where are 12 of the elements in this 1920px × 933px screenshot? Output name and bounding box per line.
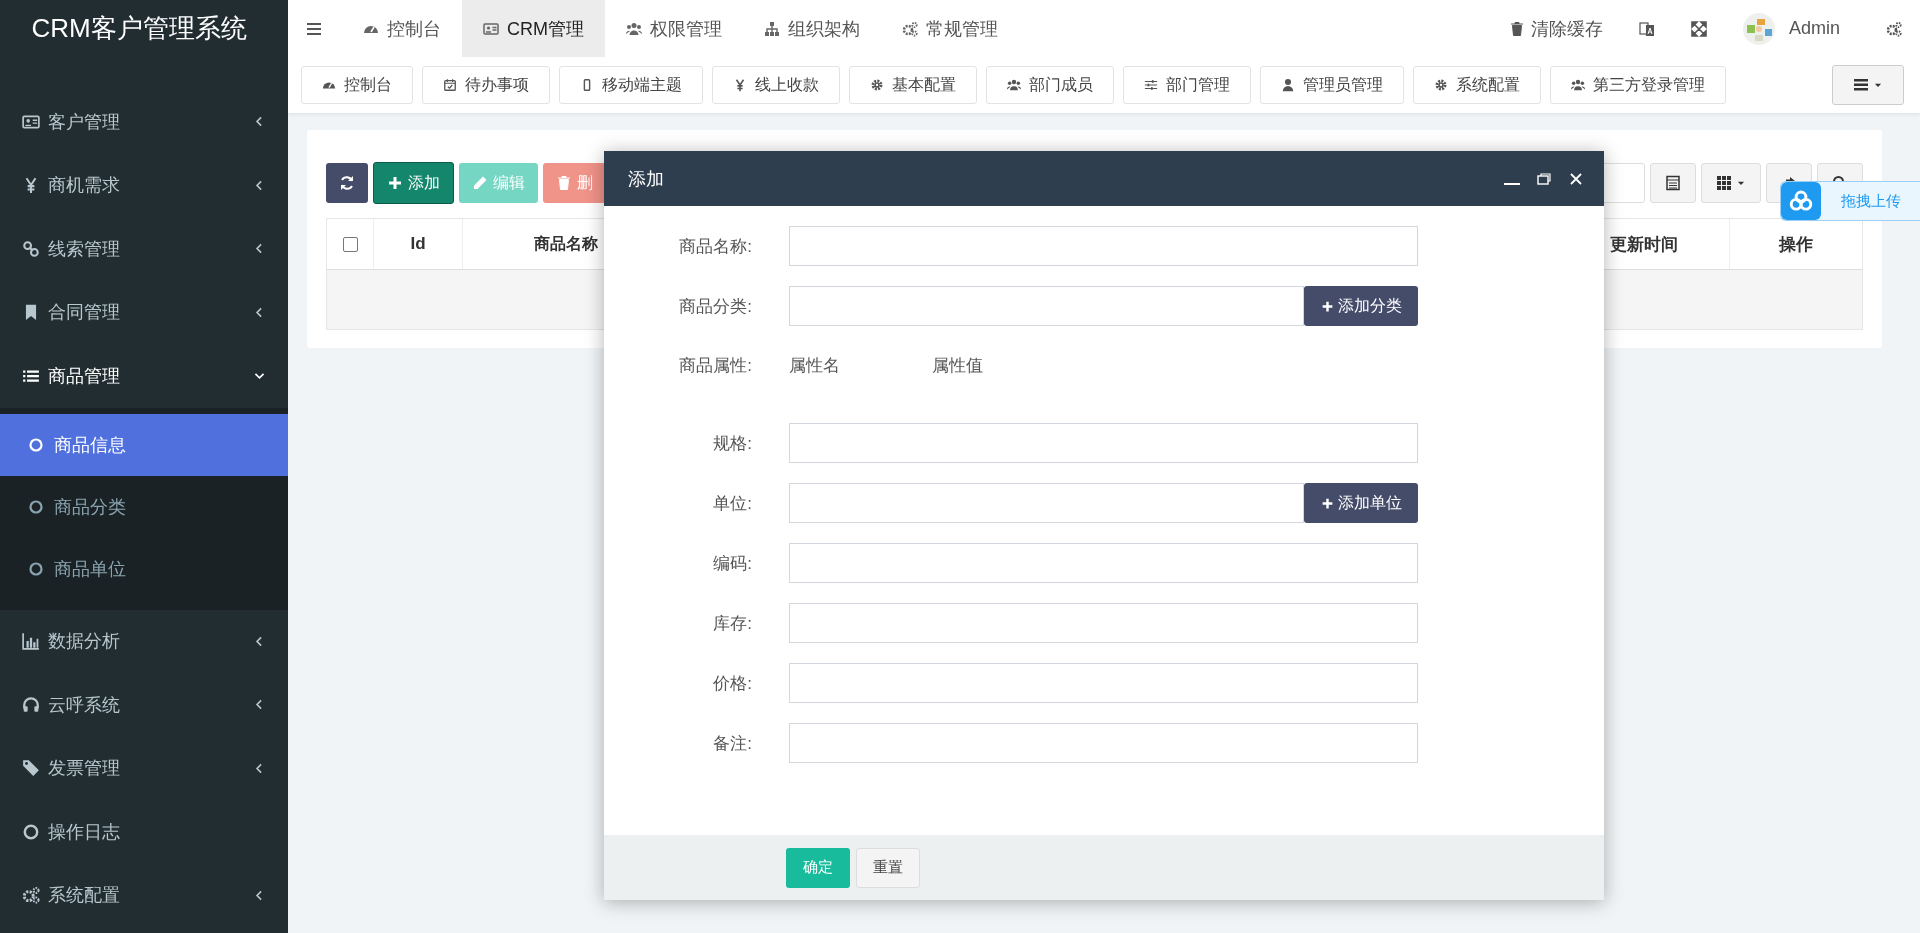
field-label: 价格: [712, 672, 752, 695]
column-header: 属性值 [932, 355, 984, 377]
field-label: 库存: [712, 612, 752, 635]
column-header: 属性名 [789, 355, 841, 377]
field-label: 单位: [712, 492, 752, 515]
field-label: 备注: [712, 732, 752, 755]
field-label: 商品名称: [678, 235, 752, 258]
dialog-title: 添加 [628, 167, 664, 191]
field-label: 规格: [712, 432, 752, 455]
field-label: 商品分类: [678, 295, 752, 318]
field-label: 商品属性: [678, 355, 752, 377]
field-label: 编码: [712, 552, 752, 575]
